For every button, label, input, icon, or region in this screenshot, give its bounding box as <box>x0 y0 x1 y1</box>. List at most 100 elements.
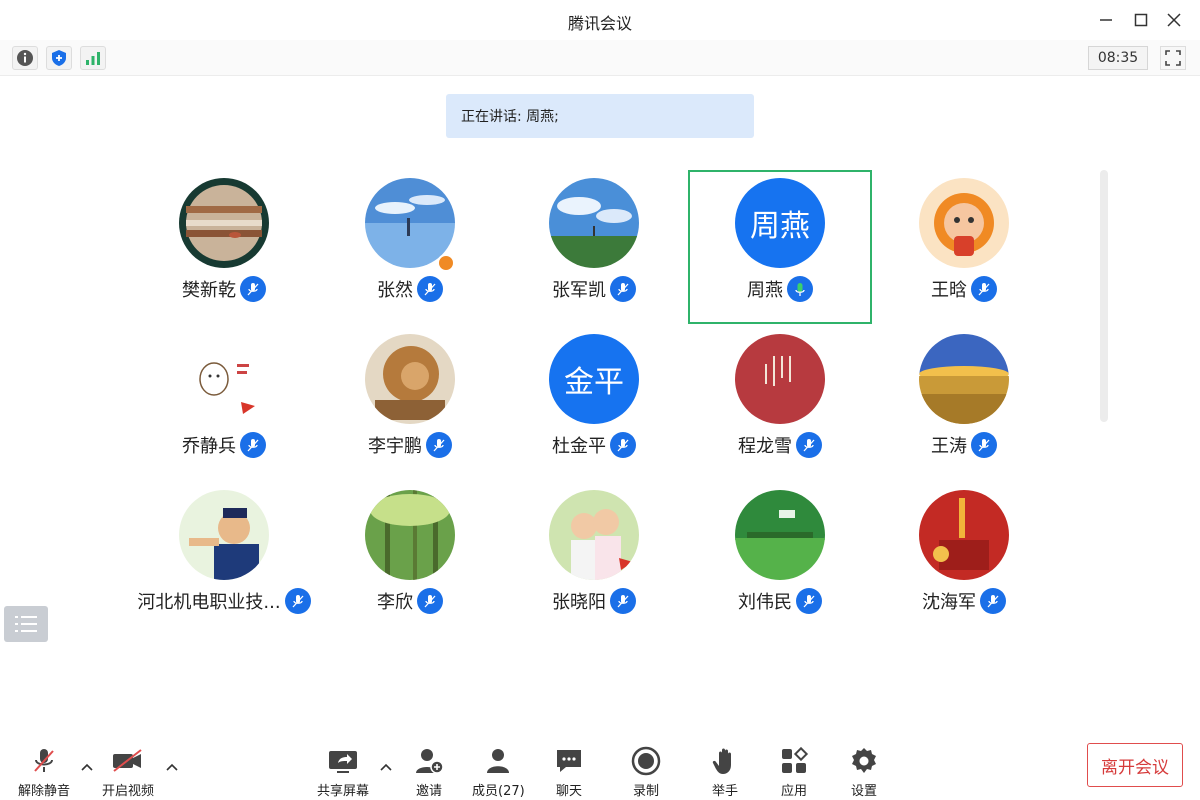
minimize-icon[interactable] <box>1094 8 1118 32</box>
muted-mic-icon <box>971 276 997 302</box>
active-mic-icon <box>787 276 813 302</box>
members-icon <box>483 746 513 776</box>
participant-name: 李欣 <box>377 592 413 613</box>
share-screen-icon <box>327 746 359 776</box>
participant-name: 河北机电职业技... <box>137 592 281 613</box>
participant-name-row: 樊新乾 <box>132 276 316 302</box>
avatar <box>179 178 269 268</box>
video-off-icon <box>111 746 145 776</box>
maximize-icon[interactable] <box>1129 8 1153 32</box>
muted-mic-icon <box>29 746 59 776</box>
close-icon[interactable] <box>1162 8 1186 32</box>
participant-name: 樊新乾 <box>182 280 236 301</box>
avatar <box>179 334 269 424</box>
participant-tile[interactable]: 程龙雪 <box>688 326 872 480</box>
participant-tile[interactable]: 李宇鹏 <box>318 326 502 480</box>
avatar: 周燕 <box>735 178 825 268</box>
record-button[interactable]: 录制 <box>631 746 661 799</box>
avatar <box>549 490 639 580</box>
settings-button[interactable]: 设置 <box>849 746 879 799</box>
participant-name-row: 李欣 <box>318 588 502 614</box>
muted-mic-icon <box>796 588 822 614</box>
title-bar: 腾讯会议 <box>0 0 1200 40</box>
muted-mic-icon <box>284 588 311 614</box>
participant-tile[interactable]: 乔静兵 <box>132 326 316 480</box>
video-options-chevron-icon[interactable] <box>165 760 179 774</box>
share-screen-button[interactable]: 共享屏幕 <box>317 746 369 799</box>
participant-name: 王晗 <box>931 280 967 301</box>
leave-meeting-button[interactable]: 离开会议 <box>1087 743 1183 787</box>
participant-name-row: 程龙雪 <box>688 432 872 458</box>
audio-options-chevron-icon[interactable] <box>80 760 94 774</box>
participant-name-row: 河北机电职业技... <box>132 588 316 614</box>
participant-tile[interactable]: 刘伟民 <box>688 482 872 636</box>
muted-mic-icon <box>610 588 636 614</box>
avatar <box>919 178 1009 268</box>
host-badge-icon <box>437 254 455 272</box>
muted-mic-icon <box>980 588 1006 614</box>
muted-mic-icon <box>240 432 266 458</box>
meeting-controls: 解除静音 开启视频 共享屏幕 邀请 成员(27) 聊天 录制 举手 应用 设置 <box>0 740 1200 800</box>
participant-name: 张然 <box>377 280 413 301</box>
apps-button[interactable]: 应用 <box>779 746 809 799</box>
list-view-icon[interactable] <box>4 606 48 642</box>
avatar <box>735 490 825 580</box>
chat-button[interactable]: 聊天 <box>554 746 584 799</box>
share-options-chevron-icon[interactable] <box>379 760 393 774</box>
raise-hand-button[interactable]: 举手 <box>710 746 740 799</box>
grid-scrollbar[interactable] <box>1100 170 1108 422</box>
unmute-button[interactable]: 解除静音 <box>18 746 70 799</box>
participant-tile[interactable]: 张然 <box>318 170 502 324</box>
participant-name: 乔静兵 <box>182 436 236 457</box>
participant-name: 张晓阳 <box>552 592 606 613</box>
apps-grid-icon <box>779 746 809 776</box>
participant-name-row: 李宇鹏 <box>318 432 502 458</box>
avatar <box>365 334 455 424</box>
participant-name-row: 张军凯 <box>502 276 686 302</box>
participant-tile[interactable]: 金平 杜金平 <box>502 326 686 480</box>
participant-tile[interactable]: 张军凯 <box>502 170 686 324</box>
participant-name: 张军凯 <box>552 280 606 301</box>
participant-name-row: 张然 <box>318 276 502 302</box>
participant-name-row: 杜金平 <box>502 432 686 458</box>
speaking-banner: 正在讲话: 周燕; <box>446 94 754 138</box>
participant-tile[interactable]: 樊新乾 <box>132 170 316 324</box>
participant-tile-speaking[interactable]: 周燕 周燕 <box>688 170 872 324</box>
avatar <box>549 178 639 268</box>
signal-strength-icon[interactable] <box>80 46 106 70</box>
participant-name: 沈海军 <box>922 592 976 613</box>
participant-tile[interactable]: 王晗 <box>872 170 1056 324</box>
fullscreen-icon[interactable] <box>1160 46 1186 70</box>
status-toolbar: 08:35 <box>0 40 1200 76</box>
participant-name: 李宇鹏 <box>368 436 422 457</box>
muted-mic-icon <box>971 432 997 458</box>
participant-tile[interactable]: 河北机电职业技... <box>132 482 316 636</box>
avatar <box>365 490 455 580</box>
avatar <box>919 490 1009 580</box>
participant-name-row: 乔静兵 <box>132 432 316 458</box>
avatar <box>179 490 269 580</box>
avatar <box>919 334 1009 424</box>
participant-tile[interactable]: 王涛 <box>872 326 1056 480</box>
info-icon[interactable] <box>12 46 38 70</box>
muted-mic-icon <box>417 276 443 302</box>
participant-name-row: 周燕 <box>690 276 870 302</box>
participant-name: 程龙雪 <box>738 436 792 457</box>
security-shield-icon[interactable] <box>46 46 72 70</box>
participant-tile[interactable]: 沈海军 <box>872 482 1056 636</box>
participant-name: 周燕 <box>747 280 783 301</box>
participant-name: 王涛 <box>931 436 967 457</box>
muted-mic-icon <box>610 276 636 302</box>
gear-icon <box>849 746 879 776</box>
window-title: 腾讯会议 <box>567 14 632 33</box>
participant-name: 杜金平 <box>552 436 606 457</box>
members-button[interactable]: 成员(27) <box>472 746 525 799</box>
start-video-button[interactable]: 开启视频 <box>102 746 154 799</box>
participant-name: 刘伟民 <box>738 592 792 613</box>
participant-name-row: 沈海军 <box>872 588 1056 614</box>
participant-tile[interactable]: 李欣 <box>318 482 502 636</box>
invite-button[interactable]: 邀请 <box>414 746 444 799</box>
participant-tile[interactable]: 张晓阳 <box>502 482 686 636</box>
hand-icon <box>710 746 740 776</box>
chat-icon <box>554 746 584 776</box>
